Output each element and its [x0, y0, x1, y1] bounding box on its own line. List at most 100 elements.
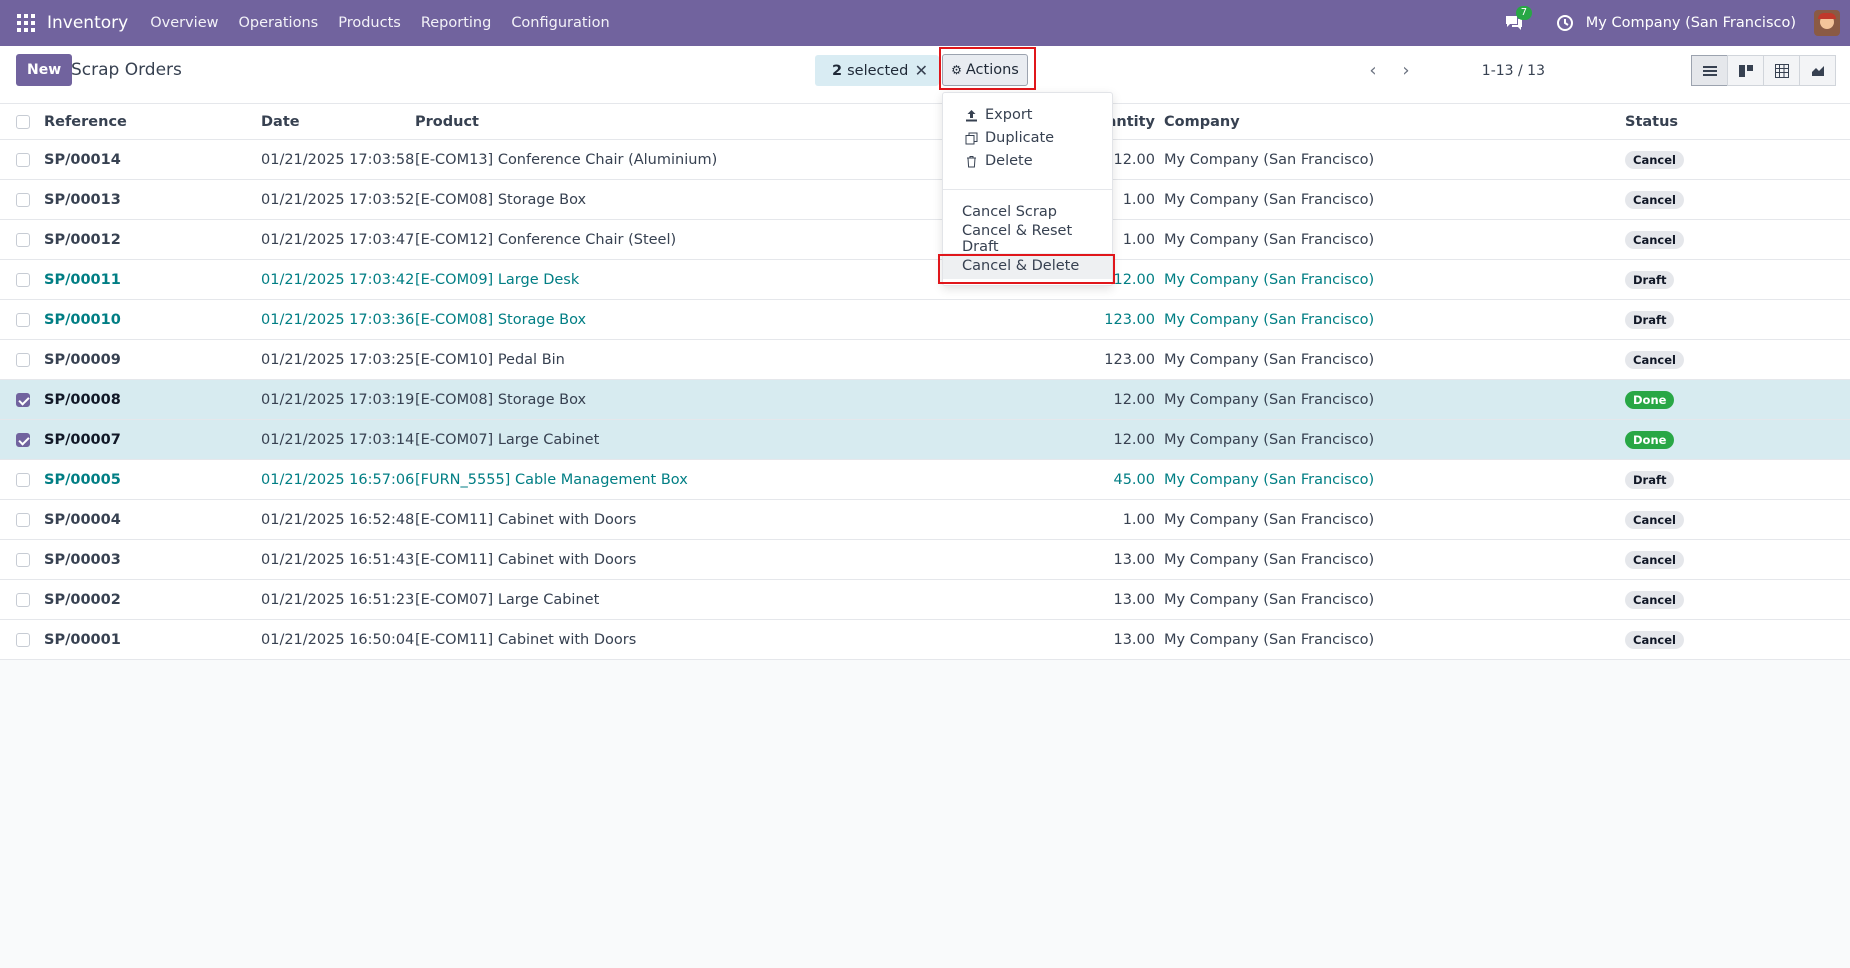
- row-product: [E-COM07] Large Cabinet: [415, 431, 600, 448]
- row-date: 01/21/2025 16:51:43: [261, 551, 415, 568]
- app-name[interactable]: Inventory: [47, 13, 128, 33]
- unselect-all-icon[interactable]: ✕: [915, 61, 928, 80]
- row-company: My Company (San Francisco): [1164, 311, 1375, 328]
- list-body: SP/00014 01/21/2025 17:03:58 [E-COM13] Con…: [0, 140, 1850, 660]
- top-navbar: Inventory Overview Operations Products R…: [0, 0, 1850, 46]
- row-checkbox[interactable]: [16, 552, 30, 567]
- row-checkbox[interactable]: [16, 312, 30, 327]
- row-company: My Company (San Francisco): [1164, 471, 1375, 488]
- column-date[interactable]: Date: [261, 104, 300, 139]
- table-row[interactable]: SP/00014 01/21/2025 17:03:58 [E-COM13] Con…: [0, 140, 1850, 180]
- row-product: [E-COM11] Cabinet with Doors: [415, 551, 637, 568]
- delete-label: Delete: [985, 153, 1033, 169]
- status-badge: Cancel: [1625, 150, 1684, 169]
- list-view-icon[interactable]: [1691, 55, 1728, 86]
- row-checkbox[interactable]: [16, 272, 30, 287]
- pager-next-icon[interactable]: ›: [1392, 56, 1420, 84]
- table-row[interactable]: SP/00008 01/21/2025 17:03:19 [E-COM08] Sto…: [0, 380, 1850, 420]
- menu-operations[interactable]: Operations: [238, 15, 318, 31]
- row-checkbox[interactable]: [16, 432, 30, 447]
- pivot-view-icon[interactable]: [1763, 55, 1800, 86]
- table-row[interactable]: SP/00005 01/21/2025 16:57:06 [FURN_5555] C…: [0, 460, 1850, 500]
- row-checkbox[interactable]: [16, 592, 30, 607]
- row-status: Cancel: [1625, 140, 1684, 179]
- table-row[interactable]: SP/00013 01/21/2025 17:03:52 [E-COM08] Sto…: [0, 180, 1850, 220]
- pager-value[interactable]: 1-13 / 13: [1482, 63, 1545, 79]
- table-row[interactable]: SP/00007 01/21/2025 17:03:14 [E-COM07] Lar…: [0, 420, 1850, 460]
- selected-label: selected: [847, 62, 909, 79]
- row-quantity: 12.00: [1113, 431, 1155, 448]
- page-title: Scrap Orders: [71, 60, 182, 80]
- table-row[interactable]: SP/00010 01/21/2025 17:03:36 [E-COM08] Sto…: [0, 300, 1850, 340]
- row-checkbox[interactable]: [16, 192, 30, 207]
- row-reference: SP/00009: [44, 351, 121, 368]
- upload-icon: [963, 109, 979, 122]
- list-header: Reference Date Product uantity Company S…: [0, 104, 1850, 140]
- chat-count-badge: 7: [1515, 6, 1533, 20]
- row-status: Done: [1625, 420, 1675, 459]
- row-company: My Company (San Francisco): [1164, 591, 1375, 608]
- table-row[interactable]: SP/00004 01/21/2025 16:52:48 [E-COM11] Cab…: [0, 500, 1850, 540]
- table-row[interactable]: SP/00002 01/21/2025 16:51:23 [E-COM07] Lar…: [0, 580, 1850, 620]
- table-row[interactable]: SP/00011 01/21/2025 17:03:42 [E-COM09] Lar…: [0, 260, 1850, 300]
- column-company[interactable]: Company: [1164, 104, 1240, 139]
- apps-grid-icon[interactable]: [17, 14, 35, 32]
- row-checkbox[interactable]: [16, 392, 30, 407]
- cancel-scrap-menu-item[interactable]: Cancel Scrap: [943, 199, 1112, 225]
- status-badge: Cancel: [1625, 630, 1684, 649]
- status-badge: Cancel: [1625, 590, 1684, 609]
- selected-count: 2: [832, 62, 843, 79]
- row-checkbox[interactable]: [16, 512, 30, 527]
- row-quantity: 13.00: [1113, 591, 1155, 608]
- row-date: 01/21/2025 16:50:04: [261, 631, 415, 648]
- table-row[interactable]: SP/00001 01/21/2025 16:50:04 [E-COM11] Cab…: [0, 620, 1850, 660]
- control-panel: New Scrap Orders 2 selected ✕ ⚙ Actions …: [0, 46, 1850, 104]
- row-quantity: 123.00: [1104, 311, 1155, 328]
- row-status: Cancel: [1625, 540, 1684, 579]
- row-reference: SP/00004: [44, 511, 121, 528]
- row-reference: SP/00014: [44, 151, 121, 168]
- row-status: Cancel: [1625, 500, 1684, 539]
- user-avatar[interactable]: [1814, 10, 1840, 36]
- row-quantity: 1.00: [1122, 231, 1155, 248]
- column-status[interactable]: Status: [1625, 104, 1678, 139]
- clock-icon[interactable]: [1556, 14, 1574, 32]
- table-row[interactable]: SP/00009 01/21/2025 17:03:25 [E-COM10] Ped…: [0, 340, 1850, 380]
- chat-icon[interactable]: 7: [1504, 6, 1533, 32]
- row-checkbox[interactable]: [16, 152, 30, 167]
- menu-overview[interactable]: Overview: [150, 15, 218, 31]
- row-status: Done: [1625, 380, 1675, 419]
- menu-reporting[interactable]: Reporting: [421, 15, 492, 31]
- row-date: 01/21/2025 17:03:14: [261, 431, 415, 448]
- company-switcher[interactable]: My Company (San Francisco): [1586, 15, 1796, 31]
- status-badge: Done: [1625, 430, 1675, 449]
- table-row[interactable]: SP/00003 01/21/2025 16:51:43 [E-COM11] Cab…: [0, 540, 1850, 580]
- row-checkbox[interactable]: [16, 352, 30, 367]
- selection-counter: 2 selected ✕: [815, 55, 939, 86]
- menu-products[interactable]: Products: [338, 15, 401, 31]
- column-reference[interactable]: Reference: [44, 104, 127, 139]
- cancel-reset-draft-menu-item[interactable]: Cancel & Reset Draft: [943, 223, 1112, 255]
- row-quantity: 123.00: [1104, 351, 1155, 368]
- row-checkbox[interactable]: [16, 232, 30, 247]
- table-row[interactable]: SP/00012 01/21/2025 17:03:47 [E-COM12] Con…: [0, 220, 1850, 260]
- row-date: 01/21/2025 17:03:58: [261, 151, 415, 168]
- select-all-checkbox[interactable]: [16, 114, 30, 129]
- graph-view-icon[interactable]: [1799, 55, 1836, 86]
- row-checkbox[interactable]: [16, 632, 30, 647]
- column-product[interactable]: Product: [415, 104, 479, 139]
- view-switcher: [1691, 55, 1836, 86]
- kanban-view-icon[interactable]: [1727, 55, 1764, 86]
- new-button[interactable]: New: [16, 54, 73, 86]
- dropdown-divider: [943, 189, 1112, 190]
- row-product: [FURN_5555] Cable Management Box: [415, 471, 688, 488]
- row-company: My Company (San Francisco): [1164, 271, 1375, 288]
- row-checkbox[interactable]: [16, 472, 30, 487]
- row-reference: SP/00001: [44, 631, 121, 648]
- row-product: [E-COM08] Storage Box: [415, 391, 587, 408]
- menu-configuration[interactable]: Configuration: [511, 15, 609, 31]
- row-quantity: 12.00: [1113, 271, 1155, 288]
- pager-previous-icon[interactable]: ‹: [1359, 56, 1387, 84]
- row-date: 01/21/2025 17:03:36: [261, 311, 415, 328]
- delete-menu-item[interactable]: Delete: [943, 148, 1112, 174]
